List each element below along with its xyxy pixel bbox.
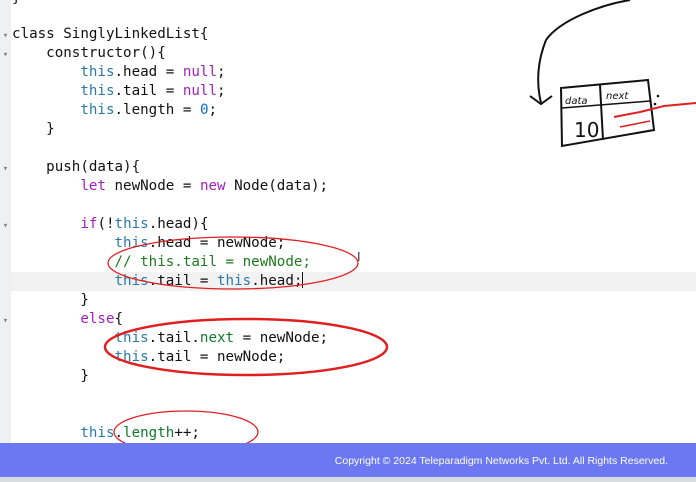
- code-token: this: [80, 64, 115, 80]
- code-token: length: [123, 425, 175, 441]
- code-token: this: [114, 273, 149, 289]
- code-token: {: [199, 26, 209, 42]
- code-token: .: [114, 425, 124, 441]
- code-token: ;: [217, 64, 226, 80]
- code-token: constructor(){: [12, 45, 166, 61]
- code-token: .tail = newNode;: [148, 349, 286, 365]
- code-token: .head;: [251, 273, 303, 289]
- copyright-text: Copyright © 2024 Teleparadigm Networks P…: [334, 455, 668, 467]
- code-token: this: [80, 83, 115, 99]
- code-token: null: [182, 83, 218, 99]
- code-line[interactable]: this.head = null;: [12, 63, 226, 82]
- fold-toggle-icon[interactable]: ▾: [0, 164, 11, 174]
- code-token: this: [114, 330, 149, 346]
- fold-toggle-icon[interactable]: ▾: [0, 50, 11, 60]
- code-token: this: [80, 425, 115, 441]
- code-token: }: [12, 121, 55, 137]
- code-line[interactable]: this.head = newNode;: [12, 234, 286, 253]
- code-token: let: [80, 178, 106, 194]
- text-caret: [302, 272, 304, 288]
- code-line[interactable]: // this.tail = newNode;: [12, 253, 311, 272]
- line-gutter: ▾ ▾ ▾ ▾ ▾: [0, 0, 11, 443]
- code-line[interactable]: let newNode = new Node(data);: [12, 177, 328, 196]
- bottom-strip: [0, 477, 696, 482]
- code-line[interactable]: push(data){: [12, 158, 140, 177]
- code-token: class: [12, 26, 64, 42]
- code-token: .tail.: [148, 330, 200, 346]
- code-token: null: [182, 64, 218, 80]
- code-line[interactable]: this.tail = null;: [12, 82, 226, 101]
- code-token: .length =: [114, 102, 200, 118]
- code-token: newNode =: [105, 178, 200, 194]
- code-token: SinglyLinkedList: [63, 26, 200, 42]
- footer-bar: Copyright © 2024 Teleparadigm Networks P…: [0, 443, 696, 477]
- code-token: }: [12, 292, 89, 308]
- code-token: if: [80, 216, 98, 232]
- code-token: this: [80, 102, 115, 118]
- code-token: ++;: [174, 425, 200, 441]
- code-editor[interactable]: ▾ ▾ ▾ ▾ ▾ }class SinglyLinkedList{ const…: [0, 0, 696, 443]
- code-line[interactable]: }: [12, 291, 89, 310]
- code-line[interactable]: constructor(){: [12, 44, 166, 63]
- code-line[interactable]: this.tail.next = newNode;: [12, 329, 329, 348]
- text-cursor-icon: I: [357, 250, 361, 264]
- code-token: ;: [217, 83, 226, 99]
- code-token: Node(data);: [225, 178, 329, 194]
- code-token: (!: [97, 216, 115, 232]
- current-line[interactable]: this.tail = this.head;: [11, 272, 696, 291]
- code-token: this: [217, 273, 252, 289]
- code-token: }: [12, 0, 21, 6]
- code-token: .tail =: [148, 273, 218, 289]
- code-token: // this.tail = newNode;: [114, 254, 311, 270]
- code-token: this: [114, 216, 149, 232]
- code-line[interactable]: }: [12, 367, 89, 386]
- code-token: this: [114, 235, 149, 251]
- code-line[interactable]: }: [12, 120, 55, 139]
- code-line[interactable]: if(!this.head){: [12, 215, 209, 234]
- code-token: .head =: [114, 64, 183, 80]
- fold-toggle-icon[interactable]: ▾: [0, 316, 11, 326]
- code-token: next: [199, 330, 235, 346]
- code-line[interactable]: class SinglyLinkedList{: [12, 25, 208, 44]
- code-token: = newNode;: [234, 330, 329, 346]
- code-line[interactable]: }: [12, 0, 21, 8]
- code-token: .head = newNode;: [148, 235, 286, 251]
- code-line[interactable]: this.tail = newNode;: [12, 348, 286, 367]
- code-token: .head){: [148, 216, 209, 232]
- code-token: }: [12, 368, 89, 384]
- code-line[interactable]: this.length = 0;: [12, 101, 217, 120]
- code-token: .tail =: [114, 83, 183, 99]
- code-line[interactable]: this.length++;: [12, 424, 200, 443]
- fold-toggle-icon[interactable]: ▾: [0, 221, 11, 231]
- code-token: push(data){: [12, 159, 141, 175]
- fold-toggle-icon[interactable]: ▾: [0, 31, 11, 41]
- code-line[interactable]: else{: [12, 310, 123, 329]
- code-token: new: [199, 178, 226, 194]
- code-token: {: [114, 311, 124, 327]
- code-token: ;: [208, 102, 218, 118]
- code-token: else: [80, 311, 115, 327]
- code-token: this: [114, 349, 149, 365]
